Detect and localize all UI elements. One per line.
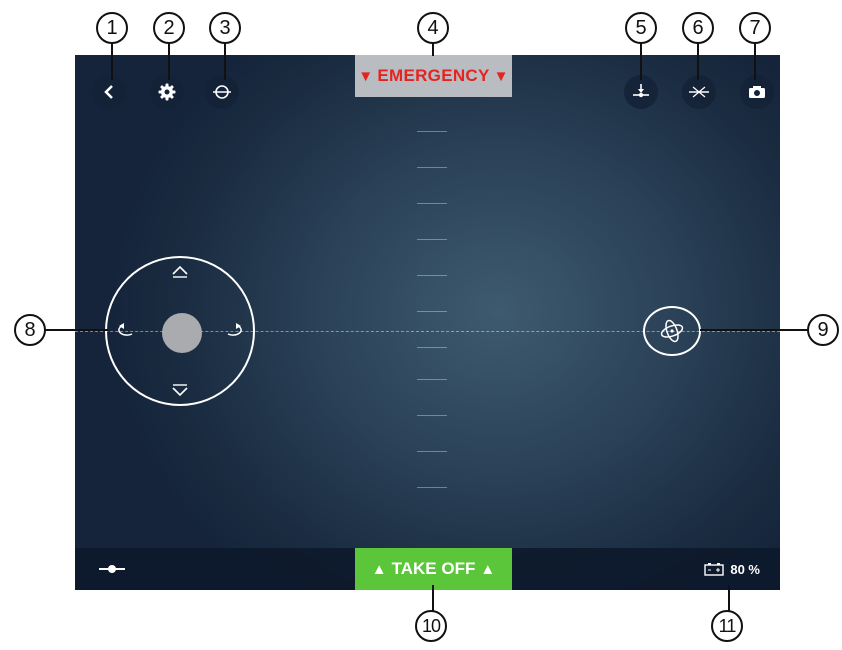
callout-marker: 4 xyxy=(417,12,449,44)
callout-marker: 8 xyxy=(14,314,46,346)
right-joystick[interactable] xyxy=(643,306,701,356)
calibration-icon xyxy=(213,85,231,99)
propeller-icon xyxy=(660,319,684,343)
callout-leader xyxy=(728,585,730,611)
callout-marker: 1 xyxy=(96,12,128,44)
battery-icon xyxy=(704,563,725,576)
camera-icon xyxy=(749,86,765,98)
gps-icon[interactable] xyxy=(99,564,125,574)
ruler-tick xyxy=(417,451,447,452)
hover-mode-icon xyxy=(689,86,709,98)
left-joystick[interactable] xyxy=(105,256,255,406)
ruler-tick xyxy=(417,311,447,312)
takeoff-arrow-left-icon: ▲ xyxy=(371,560,387,578)
ruler-tick xyxy=(417,203,447,204)
emergency-button[interactable]: ▼ EMERGENCY ▼ xyxy=(355,55,512,97)
callout-marker: 5 xyxy=(625,12,657,44)
calibration-button[interactable] xyxy=(205,75,239,109)
callout-leader xyxy=(44,329,108,331)
rotate-right-icon[interactable] xyxy=(224,322,246,340)
back-button[interactable] xyxy=(92,75,126,109)
callout-marker: 10 xyxy=(415,610,447,642)
flat-trim-button[interactable] xyxy=(624,75,658,109)
ruler-tick xyxy=(417,239,447,240)
ruler-tick xyxy=(417,167,447,168)
take-off-label: TAKE OFF xyxy=(391,559,476,578)
camera-button[interactable] xyxy=(740,75,774,109)
callout-leader xyxy=(700,329,810,331)
takeoff-arrow-right-icon: ▲ xyxy=(480,560,496,578)
flat-trim-icon xyxy=(633,84,649,98)
callout-marker: 7 xyxy=(739,12,771,44)
emergency-arrow-right-icon: ▼ xyxy=(493,67,509,85)
joystick-thumb[interactable] xyxy=(162,313,202,353)
rotate-left-icon[interactable] xyxy=(114,322,136,340)
back-icon xyxy=(104,85,113,99)
ruler-tick xyxy=(417,275,447,276)
settings-button[interactable] xyxy=(150,75,184,109)
ruler-tick xyxy=(417,415,447,416)
bottom-bar: ▲ TAKE OFF ▲ 80 % xyxy=(75,548,780,590)
ruler-tick xyxy=(417,379,447,380)
ruler-tick xyxy=(417,487,447,488)
battery-indicator: 80 % xyxy=(704,548,760,590)
down-arrow-icon[interactable] xyxy=(170,384,190,398)
callout-marker: 3 xyxy=(209,12,241,44)
callout-marker: 11 xyxy=(711,610,743,642)
callout-leader xyxy=(432,585,434,611)
hover-mode-button[interactable] xyxy=(682,75,716,109)
callout-marker: 9 xyxy=(807,314,839,346)
flight-view: ▼ EMERGENCY ▼ ▲ TAKE OFF ▲ 80 % xyxy=(75,55,780,590)
emergency-label: EMERGENCY xyxy=(377,66,490,85)
up-arrow-icon[interactable] xyxy=(170,264,190,278)
gear-icon xyxy=(158,83,176,101)
ruler-tick xyxy=(417,347,447,348)
battery-percent: 80 % xyxy=(730,561,760,577)
callout-marker: 2 xyxy=(153,12,185,44)
ruler-tick xyxy=(417,131,447,132)
callout-marker: 6 xyxy=(682,12,714,44)
emergency-arrow-left-icon: ▼ xyxy=(358,67,374,85)
take-off-button[interactable]: ▲ TAKE OFF ▲ xyxy=(355,548,512,590)
